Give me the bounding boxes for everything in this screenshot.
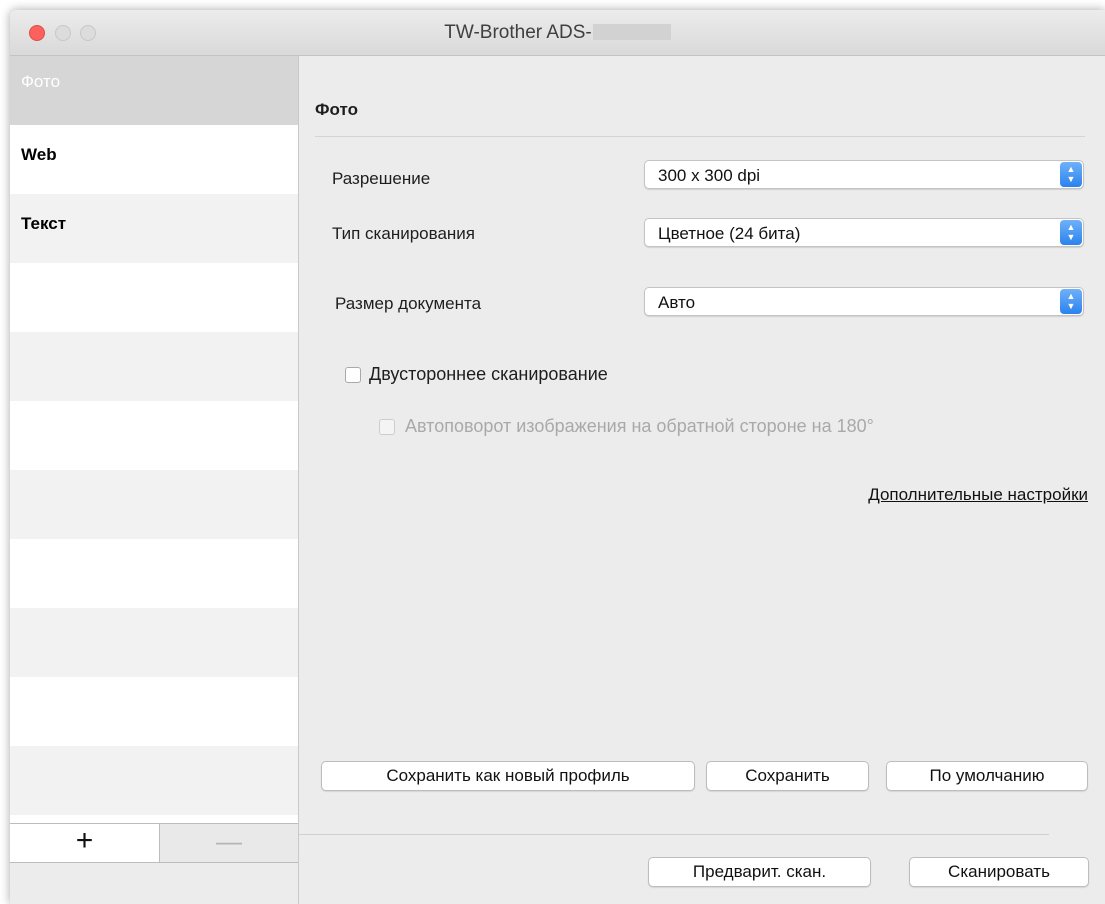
section-divider: [315, 136, 1085, 137]
profile-item-label: Фото: [21, 72, 61, 91]
empty-row: [10, 746, 298, 815]
window-title: TW-Brother ADS-: [444, 22, 592, 43]
scanner-window: TW-Brother ADS- Фото Web Текст + — Фото …: [10, 10, 1105, 904]
document-size-value: Авто: [658, 293, 696, 312]
empty-row: [10, 332, 298, 401]
profile-item-label: Web: [21, 145, 57, 164]
title-bar[interactable]: TW-Brother ADS-: [10, 10, 1105, 56]
remove-profile-button[interactable]: —: [160, 824, 298, 862]
add-profile-button[interactable]: +: [10, 824, 160, 862]
window-title-wrap: TW-Brother ADS-: [10, 22, 1105, 44]
profile-sidebar: Фото Web Текст + —: [10, 56, 299, 904]
empty-row: [10, 539, 298, 608]
profile-item-foto[interactable]: Фото: [10, 56, 298, 125]
scan-type-value: Цветное (24 бита): [658, 224, 801, 243]
empty-row: [10, 608, 298, 677]
redacted-model-number: [592, 24, 671, 40]
autorotate-label: Автоповорот изображения на обратной стор…: [405, 416, 874, 436]
preview-scan-button[interactable]: Предварит. скан.: [648, 857, 871, 887]
resolution-select[interactable]: 300 x 300 dpi ▲ ▼: [644, 160, 1084, 189]
section-title: Фото: [315, 100, 358, 119]
sidebar-footer: [10, 863, 298, 904]
profile-item-web[interactable]: Web: [10, 125, 298, 194]
chevron-up-down-icon: ▲ ▼: [1060, 289, 1082, 314]
minus-icon: —: [216, 826, 242, 856]
save-as-new-profile-button[interactable]: Сохранить как новый профиль: [321, 761, 695, 791]
scan-type-label: Тип сканирования: [332, 224, 476, 243]
empty-row: [10, 263, 298, 332]
settings-panel: Фото Разрешение 300 x 300 dpi ▲ ▼ Тип ска…: [299, 56, 1105, 904]
duplex-checkbox[interactable]: [345, 367, 361, 383]
scan-button[interactable]: Сканировать: [909, 857, 1089, 887]
document-size-label: Размер документа: [335, 294, 482, 313]
profile-list: Фото Web Текст: [10, 56, 298, 824]
default-button[interactable]: По умолчанию: [886, 761, 1088, 791]
chevron-up-down-icon: ▲ ▼: [1060, 162, 1082, 187]
add-remove-bar: + —: [10, 823, 298, 863]
plus-icon: +: [75, 824, 94, 857]
autorotate-checkbox: [379, 419, 395, 435]
advanced-settings-link[interactable]: Дополнительные настройки: [868, 485, 1088, 505]
footer-bar: Предварит. скан. Сканировать: [299, 835, 1105, 904]
profile-item-label: Текст: [21, 214, 67, 233]
empty-row: [10, 677, 298, 746]
resolution-label: Разрешение: [332, 169, 431, 188]
duplex-label[interactable]: Двустороннее сканирование: [369, 364, 608, 385]
resolution-value: 300 x 300 dpi: [658, 166, 761, 185]
chevron-up-down-icon: ▲ ▼: [1060, 220, 1082, 245]
empty-row: [10, 401, 298, 470]
scan-type-select[interactable]: Цветное (24 бита) ▲ ▼: [644, 218, 1084, 247]
document-size-select[interactable]: Авто ▲ ▼: [644, 287, 1084, 316]
profile-item-tekst[interactable]: Текст: [10, 194, 298, 263]
save-button[interactable]: Сохранить: [706, 761, 869, 791]
empty-row: [10, 470, 298, 539]
